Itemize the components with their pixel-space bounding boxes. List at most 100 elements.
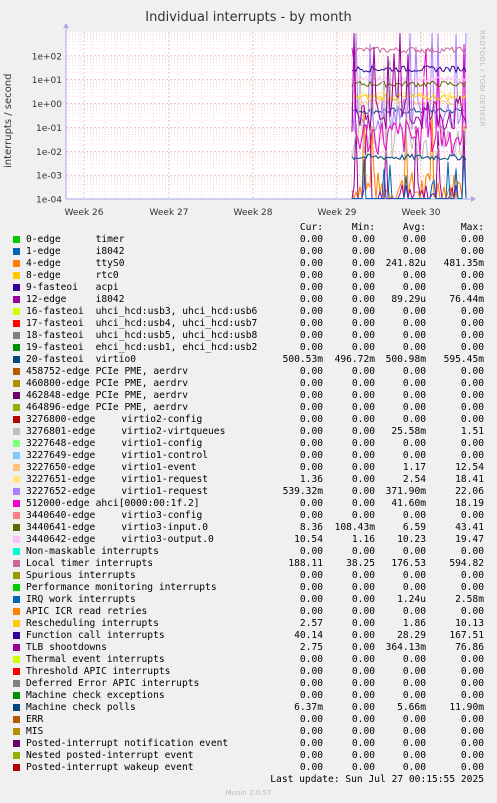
legend-series-name: 3440642-edge	[26, 534, 96, 545]
legend-row: 9-fasteoi acpi 0.00 0.00 0.00 0.00	[12, 282, 492, 294]
legend-series-name: 3227651-edge	[26, 474, 96, 485]
legend-row: Local timer interrupts 188.11 38.25 176.53 5…	[12, 558, 492, 570]
legend-swatch	[13, 356, 20, 363]
legend-swatch	[13, 728, 20, 735]
legend-swatch	[13, 692, 20, 699]
legend-row: IRQ work interrupts 0.00 0.00 1.24u 2.58m	[12, 594, 492, 606]
legend-series-desc: virtio0	[95, 354, 137, 365]
legend-max: 0.00	[460, 750, 484, 761]
legend-series-name: 19-fasteoi	[26, 342, 84, 353]
legend-swatch	[13, 584, 20, 591]
legend-max: 0.00	[460, 690, 484, 701]
legend-series-name: 1-edge	[26, 246, 61, 257]
legend-series-desc: uhci_hcd:usb3, uhci_hcd:usb6	[95, 306, 258, 317]
legend-series-desc: virtio3-input.0	[121, 522, 209, 533]
legend-row: APIC ICR read retries 0.00 0.00 0.00 0.00	[12, 606, 492, 618]
legend-max: 0.00	[460, 546, 484, 557]
legend-swatch	[13, 332, 20, 339]
legend-max: 18.41	[455, 474, 484, 485]
legend-series-desc: rtc0	[95, 270, 119, 281]
legend-max: 0.00	[460, 666, 484, 677]
x-tick-label: Week 27	[150, 208, 189, 218]
legend-swatch	[13, 320, 20, 327]
legend-row: 16-fasteoi uhci_hcd:usb3, uhci_hcd:usb6 0.…	[12, 306, 492, 318]
legend-max: 595.45m	[443, 354, 484, 365]
legend-swatch	[13, 428, 20, 435]
legend-series-name: 3227648-edge	[26, 438, 96, 449]
legend-row: Performance monitoring interrupts 0.00 0.0…	[12, 582, 492, 594]
legend-row: 3440641-edge virtio3-input.0 8.36 108.43m 6.…	[12, 522, 492, 534]
legend-row: MIS 0.00 0.00 0.00 0.00	[12, 726, 492, 738]
legend-swatch	[13, 536, 20, 543]
legend-max: 0.00	[460, 378, 484, 389]
legend-max: 0.00	[460, 246, 484, 257]
y-tick-label: 1e+01	[32, 76, 62, 86]
legend-row: 0-edge timer 0.00 0.00 0.00 0.00	[12, 234, 492, 246]
header-max: Max:	[460, 222, 484, 233]
legend-max: 594.82	[449, 558, 484, 569]
legend-swatch	[13, 740, 20, 747]
legend-max: 0.00	[460, 570, 484, 581]
legend-swatch	[13, 620, 20, 627]
legend-series-name: MIS	[26, 726, 44, 737]
legend-max: 167.51	[449, 630, 484, 641]
legend-row: Thermal event interrupts 0.00 0.00 0.00 0.00	[12, 654, 492, 666]
x-tick-label: Week 28	[234, 208, 273, 218]
legend-series-name: 3440640-edge	[26, 510, 96, 521]
legend-row: 18-fasteoi uhci_hcd:usb5, uhci_hcd:usb8 0.…	[12, 330, 492, 342]
legend-swatch	[13, 392, 20, 399]
legend-swatch	[13, 752, 20, 759]
legend-row: Posted-interrupt wakeup event 0.00 0.00 0.0…	[12, 762, 492, 774]
legend-series-desc: PCIe PME, aerdrv	[95, 390, 189, 401]
legend-series-desc: virtio1-request	[121, 474, 209, 485]
legend-max: 0.00	[460, 330, 484, 341]
chart-plot: 1e+021e+011e+001e-011e-021e-031e-04Week …	[32, 23, 476, 218]
legend-rows: 0-edge timer 0.00 0.00 0.00 0.00 1-edge i8042 0.…	[12, 234, 492, 774]
legend-series-name: Machine check exceptions	[26, 690, 165, 701]
legend-max: 0.00	[460, 510, 484, 521]
legend-row: TLB shootdowns 2.75 0.00 364.13m 76.86	[12, 642, 492, 654]
legend-max: 2.58m	[455, 594, 484, 605]
legend-max: 19.47	[455, 534, 484, 545]
legend-swatch	[13, 452, 20, 459]
legend-swatch	[13, 680, 20, 687]
legend-max: 0.00	[460, 654, 484, 665]
legend-series-desc: virtio2-config	[121, 414, 203, 425]
legend-row: Rescheduling interrupts 2.57 0.00 1.86 10.13	[12, 618, 492, 630]
legend-max: 18.19	[455, 498, 484, 509]
legend-swatch	[13, 704, 20, 711]
y-tick-label: 1e-02	[36, 148, 62, 158]
legend-swatch	[13, 500, 20, 507]
legend-row: Posted-interrupt notification event 0.00 0…	[12, 738, 492, 750]
legend-series-name: Posted-interrupt wakeup event	[26, 762, 194, 773]
legend-row: 458752-edge PCIe PME, aerdrv 0.00 0.00 0.00 0…	[12, 366, 492, 378]
legend-row: 4-edge ttyS0 0.00 0.00 241.82u 481.35m	[12, 258, 492, 270]
legend-max: 481.35m	[443, 258, 484, 269]
x-tick-label: Week 29	[318, 208, 357, 218]
legend-row: 3227651-edge virtio1-request 1.36 0.00 2.54 1…	[12, 474, 492, 486]
legend-series-desc: i8042	[95, 246, 125, 257]
legend-row: 3227652-edge virtio1-request 539.32m 0.00 37…	[12, 486, 492, 498]
legend-max: 10.13	[455, 618, 484, 629]
legend-series-name: 3227649-edge	[26, 450, 96, 461]
legend-series-name: 17-fasteoi	[26, 318, 84, 329]
legend-swatch	[13, 572, 20, 579]
legend-series-desc: ehci_hcd:usb1, ehci_hcd:usb2	[95, 342, 258, 353]
legend-max: 43.41	[455, 522, 484, 533]
legend-series-name: 3276801-edge	[26, 426, 96, 437]
legend-series-desc: virtio1-event	[121, 462, 197, 473]
legend-series-desc: uhci_hcd:usb4, uhci_hcd:usb7	[95, 318, 258, 329]
legend-series-desc: virtio1-request	[121, 486, 209, 497]
legend-series-name: Deferred Error APIC interrupts	[26, 678, 200, 689]
legend-series-name: 3440641-edge	[26, 522, 96, 533]
munin-version: Munin 2.0.57	[225, 789, 272, 797]
legend-max: 0.00	[460, 282, 484, 293]
legend-max: 0.00	[460, 726, 484, 737]
legend-series-desc: timer	[95, 234, 125, 245]
legend-max: 12.54	[455, 462, 484, 473]
legend-row: ERR 0.00 0.00 0.00 0.00	[12, 714, 492, 726]
legend-swatch	[13, 308, 20, 315]
legend-max: 0.00	[460, 738, 484, 749]
legend-series-name: 0-edge	[26, 234, 61, 245]
legend-series-name: Non-maskable interrupts	[26, 546, 159, 557]
